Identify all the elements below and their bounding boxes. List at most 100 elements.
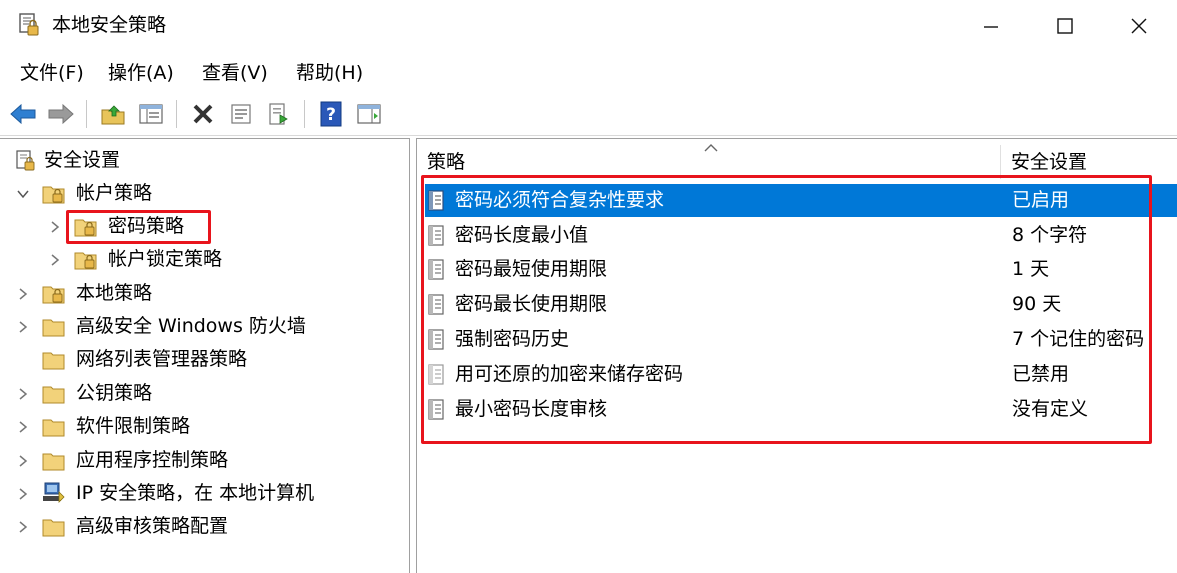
toolbar-separator	[304, 100, 305, 128]
close-button[interactable]	[1114, 6, 1164, 46]
policy-setting-icon	[428, 259, 444, 280]
policy-name: 密码最短使用期限	[455, 258, 608, 280]
chevron-right-icon[interactable]	[16, 520, 30, 534]
policy-row[interactable]: 密码最短使用期限 1 天	[425, 253, 1177, 286]
policy-disabled-icon	[428, 364, 444, 385]
tree-item-network-list-manager-policies[interactable]: 网络列表管理器策略	[0, 344, 408, 376]
forward-button[interactable]	[46, 99, 76, 129]
tree-label: 本地策略	[76, 282, 153, 304]
back-button[interactable]	[8, 99, 38, 129]
chevron-right-icon[interactable]	[48, 253, 62, 267]
column-divider[interactable]	[1000, 145, 1001, 179]
policy-setting-icon	[428, 399, 444, 420]
tree-item-password-policy[interactable]: 密码策略	[0, 211, 408, 243]
policy-value: 已禁用	[1012, 363, 1070, 385]
policy-value: 7 个记住的密码	[1012, 328, 1145, 350]
tree-item-windows-firewall[interactable]: 高级安全 Windows 防火墙	[0, 311, 408, 343]
policy-setting-icon	[428, 190, 444, 211]
title-bar: 本地安全策略	[0, 0, 1177, 52]
tree-item-security-settings[interactable]: 安全设置	[0, 145, 408, 177]
policy-row[interactable]: 最小密码长度审核 没有定义	[425, 393, 1177, 426]
folder-icon	[42, 519, 65, 537]
tree-item-application-control-policies[interactable]: 应用程序控制策略	[0, 445, 408, 477]
tree-item-local-policies[interactable]: 本地策略	[0, 278, 408, 310]
tree-item-public-key-policies[interactable]: 公钥策略	[0, 378, 408, 410]
chevron-right-icon[interactable]	[16, 320, 30, 334]
help-icon: ?	[320, 101, 342, 127]
maximize-button[interactable]	[1040, 6, 1090, 46]
tree-label: 帐户锁定策略	[108, 248, 223, 270]
menu-view[interactable]: 查看(V)	[200, 60, 270, 86]
policy-setting-icon	[428, 294, 444, 315]
tree-label: 高级安全 Windows 防火墙	[76, 315, 306, 337]
show-action-pane-button[interactable]	[354, 99, 384, 129]
maximize-icon	[1057, 18, 1073, 34]
chevron-right-icon[interactable]	[16, 287, 30, 301]
export-list-icon	[269, 103, 288, 125]
policy-name: 密码必须符合复杂性要求	[455, 189, 665, 211]
tree-label: 网络列表管理器策略	[76, 348, 248, 370]
tree-label: 安全设置	[44, 149, 121, 171]
minimize-button[interactable]	[966, 6, 1016, 46]
chevron-right-icon[interactable]	[16, 420, 30, 434]
tree-label: 应用程序控制策略	[76, 449, 229, 471]
policy-name: 最小密码长度审核	[455, 398, 608, 420]
tree-item-software-restriction-policies[interactable]: 软件限制策略	[0, 411, 408, 443]
chevron-down-icon[interactable]	[16, 187, 30, 201]
column-header-policy[interactable]: 策略	[427, 147, 465, 177]
svg-text:?: ?	[326, 105, 336, 125]
sort-ascending-icon	[704, 144, 718, 152]
policy-value: 1 天	[1012, 258, 1050, 280]
menu-help[interactable]: 帮助(H)	[294, 60, 365, 86]
tree-label: 密码策略	[108, 215, 185, 237]
tree-item-account-lockout-policy[interactable]: 帐户锁定策略	[0, 244, 408, 276]
menu-action[interactable]: 操作(A)	[106, 60, 176, 86]
chevron-right-icon[interactable]	[16, 454, 30, 468]
show-hide-tree-button[interactable]	[136, 99, 166, 129]
policy-row[interactable]: 密码长度最小值 8 个字符	[425, 219, 1177, 252]
column-header-security-setting[interactable]: 安全设置	[1011, 147, 1087, 177]
delete-button[interactable]	[188, 99, 218, 129]
window-title: 本地安全策略	[52, 14, 167, 36]
up-level-button[interactable]	[98, 99, 128, 129]
tree-item-account-policies[interactable]: 帐户策略	[0, 178, 408, 210]
policy-list-pane: 策略 安全设置 密码必须符合复杂性要求 已启用 密码长度最小值 8 个字符 密码…	[416, 138, 1177, 573]
action-pane-icon	[357, 104, 381, 124]
delete-x-icon	[193, 104, 213, 124]
tree-item-ip-security-policies[interactable]: IP 安全策略，在 本地计算机	[0, 478, 408, 510]
toolbar: ?	[0, 92, 1177, 136]
close-icon	[1131, 18, 1147, 34]
policy-row[interactable]: 密码必须符合复杂性要求 已启用	[425, 184, 1177, 217]
menu-file[interactable]: 文件(F)	[18, 60, 86, 86]
menu-bar: 文件(F) 操作(A) 查看(V) 帮助(H)	[0, 52, 1177, 92]
tree-label: 高级审核策略配置	[76, 515, 229, 537]
chevron-right-icon[interactable]	[16, 487, 30, 501]
folder-icon	[42, 386, 65, 404]
help-button[interactable]: ?	[316, 99, 346, 129]
network-computer-icon	[43, 482, 65, 503]
locked-folder-icon	[42, 186, 65, 204]
chevron-right-icon[interactable]	[16, 387, 30, 401]
folder-icon	[42, 419, 65, 437]
security-settings-icon	[16, 150, 35, 171]
policy-row[interactable]: 密码最长使用期限 90 天	[425, 288, 1177, 321]
tree-label: 公钥策略	[76, 382, 153, 404]
policy-name: 强制密码历史	[455, 328, 570, 350]
folder-icon	[42, 319, 65, 337]
console-tree-icon	[139, 104, 163, 124]
policy-row[interactable]: 用可还原的加密来储存密码 已禁用	[425, 358, 1177, 391]
properties-icon	[231, 104, 251, 124]
policy-name: 密码最长使用期限	[455, 293, 608, 315]
policy-row[interactable]: 强制密码历史 7 个记住的密码	[425, 323, 1177, 356]
policy-value: 已启用	[1012, 189, 1070, 211]
export-list-button[interactable]	[264, 99, 294, 129]
back-arrow-icon	[10, 103, 36, 125]
policy-name: 用可还原的加密来储存密码	[455, 363, 684, 385]
chevron-right-icon[interactable]	[48, 220, 62, 234]
tree-item-advanced-audit-policy[interactable]: 高级审核策略配置	[0, 511, 408, 543]
policy-setting-icon	[428, 225, 444, 246]
policy-setting-icon	[428, 329, 444, 350]
tree-label: 软件限制策略	[76, 415, 191, 437]
properties-button[interactable]	[226, 99, 256, 129]
toolbar-separator	[86, 100, 87, 128]
